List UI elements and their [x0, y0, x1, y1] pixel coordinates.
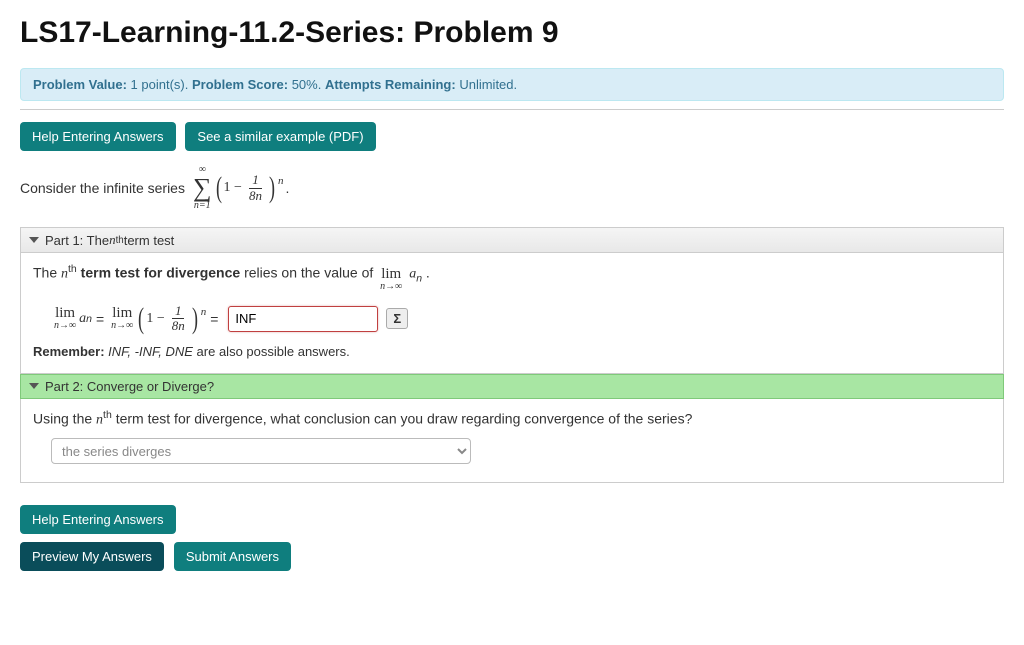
remember-tail: are also possible answers.: [197, 344, 350, 359]
summation-symbol: ∞ ∑ n=1: [193, 165, 212, 211]
part1-body-bold: term test for divergence: [81, 265, 241, 281]
part2-header[interactable]: Part 2: Converge or Diverge?: [20, 374, 1004, 399]
left-paren: (: [216, 173, 222, 203]
problem-score-label: Problem Score:: [192, 77, 288, 92]
fraction-numerator-2: 1: [172, 304, 185, 319]
fraction-denominator: 8n: [246, 189, 265, 203]
part1-period: .: [426, 265, 430, 281]
attempts-remaining-label: Attempts Remaining:: [325, 77, 456, 92]
sub-n-2: n: [86, 313, 92, 325]
sigma-icon: ∑: [193, 175, 212, 201]
limit-an-left: lim n→∞: [54, 306, 76, 331]
problem-value-label: Problem Value:: [33, 77, 127, 92]
right-paren: ): [269, 173, 275, 203]
footer-buttons: Help Entering Answers Preview My Answers…: [20, 505, 1004, 571]
part1-answer-input[interactable]: [228, 306, 378, 332]
part1-body-pre: The: [33, 265, 61, 281]
limit-expr-right: lim n→∞: [111, 306, 133, 331]
chevron-down-icon: [29, 383, 39, 389]
one-minus: 1 −: [224, 180, 242, 196]
part2-q-post: term test for divergence, what conclusio…: [116, 410, 693, 426]
left-paren-2: (: [138, 304, 144, 334]
remember-label: Remember:: [33, 344, 105, 359]
part1-body-th: th: [68, 263, 77, 275]
prompt-lead: Consider the infinite series: [20, 180, 185, 196]
part1-header-th: th: [116, 235, 124, 246]
exponent-n: n: [278, 175, 284, 187]
page-title: LS17-Learning-11.2-Series: Problem 9: [20, 16, 1004, 50]
paren-expression: ( 1 − 1 8n ) n: [214, 173, 284, 203]
part1-remember-note: Remember: INF, -INF, DNE are also possib…: [33, 344, 991, 359]
fraction-numerator: 1: [249, 173, 262, 188]
right-paren-2: ): [192, 304, 198, 334]
part2-q-th: th: [103, 409, 112, 421]
part2-header-text: Part 2: Converge or Diverge?: [45, 379, 214, 394]
conclusion-select[interactable]: the series diverges: [51, 438, 471, 464]
lim-sub-2: n→∞: [54, 321, 76, 331]
part2-select-wrap: the series diverges: [51, 438, 991, 464]
part2-q-n: n: [96, 412, 103, 427]
problem-score: 50%.: [292, 77, 322, 92]
sum-lower-limit: n=1: [194, 201, 211, 211]
attempts-remaining: Unlimited.: [459, 77, 517, 92]
part1-header[interactable]: Part 1: The nth term test: [20, 227, 1004, 253]
lim-word-2: lim: [55, 306, 75, 321]
lim-sub: n→∞: [380, 282, 402, 292]
divider: [20, 109, 1004, 110]
a-var-2: a: [79, 311, 86, 327]
part1-answer-row: lim n→∞ an = lim n→∞ ( 1 − 1 8n ) n = Σ: [51, 304, 991, 334]
fraction-denominator-2: 8n: [169, 319, 188, 333]
preview-answers-button[interactable]: Preview My Answers: [20, 542, 164, 571]
part2-body: Using the nth term test for divergence, …: [20, 399, 1004, 484]
equals-1: =: [96, 311, 104, 327]
problem-prompt: Consider the infinite series ∞ ∑ n=1 ( 1…: [20, 165, 1004, 211]
part1-body-n: n: [61, 267, 68, 282]
remember-values: INF, -INF, DNE: [108, 344, 193, 359]
lim-word-3: lim: [112, 306, 132, 321]
problem-info-bar: Problem Value: 1 point(s). Problem Score…: [20, 68, 1004, 101]
one-minus-2: 1 −: [146, 311, 164, 327]
help-entering-answers-button[interactable]: Help Entering Answers: [20, 122, 176, 151]
equals-2: =: [210, 311, 218, 327]
part2-q-pre: Using the: [33, 410, 96, 426]
part1-body-mid: relies on the value of: [244, 265, 377, 281]
fraction-2: 1 8n: [169, 304, 188, 334]
help-entering-answers-button-footer[interactable]: Help Entering Answers: [20, 505, 176, 534]
problem-value: 1 point(s).: [131, 77, 189, 92]
submit-answers-button[interactable]: Submit Answers: [174, 542, 291, 571]
exponent-n-2: n: [201, 306, 207, 318]
part1-body: The nth term test for divergence relies …: [20, 253, 1004, 374]
lim-word: lim: [381, 267, 401, 282]
fraction: 1 8n: [246, 173, 265, 203]
part1-description: The nth term test for divergence relies …: [33, 263, 991, 292]
top-button-row: Help Entering Answers See a similar exam…: [20, 122, 1004, 151]
part1-header-pre: Part 1: The: [45, 233, 109, 248]
lim-sub-3: n→∞: [111, 321, 133, 331]
see-similar-example-button[interactable]: See a similar example (PDF): [185, 122, 375, 151]
sub-n: n: [416, 272, 422, 284]
math-palette-button[interactable]: Σ: [386, 308, 408, 329]
chevron-down-icon: [29, 237, 39, 243]
paren-expression-2: ( 1 − 1 8n ) n: [136, 304, 206, 334]
series-expression: ∞ ∑ n=1 ( 1 − 1 8n ) n: [191, 165, 283, 211]
part1-header-post: term test: [124, 233, 175, 248]
part2-question: Using the nth term test for divergence, …: [33, 409, 991, 429]
prompt-tail: .: [285, 180, 289, 196]
limit-expression-inline: lim n→∞: [380, 267, 402, 292]
